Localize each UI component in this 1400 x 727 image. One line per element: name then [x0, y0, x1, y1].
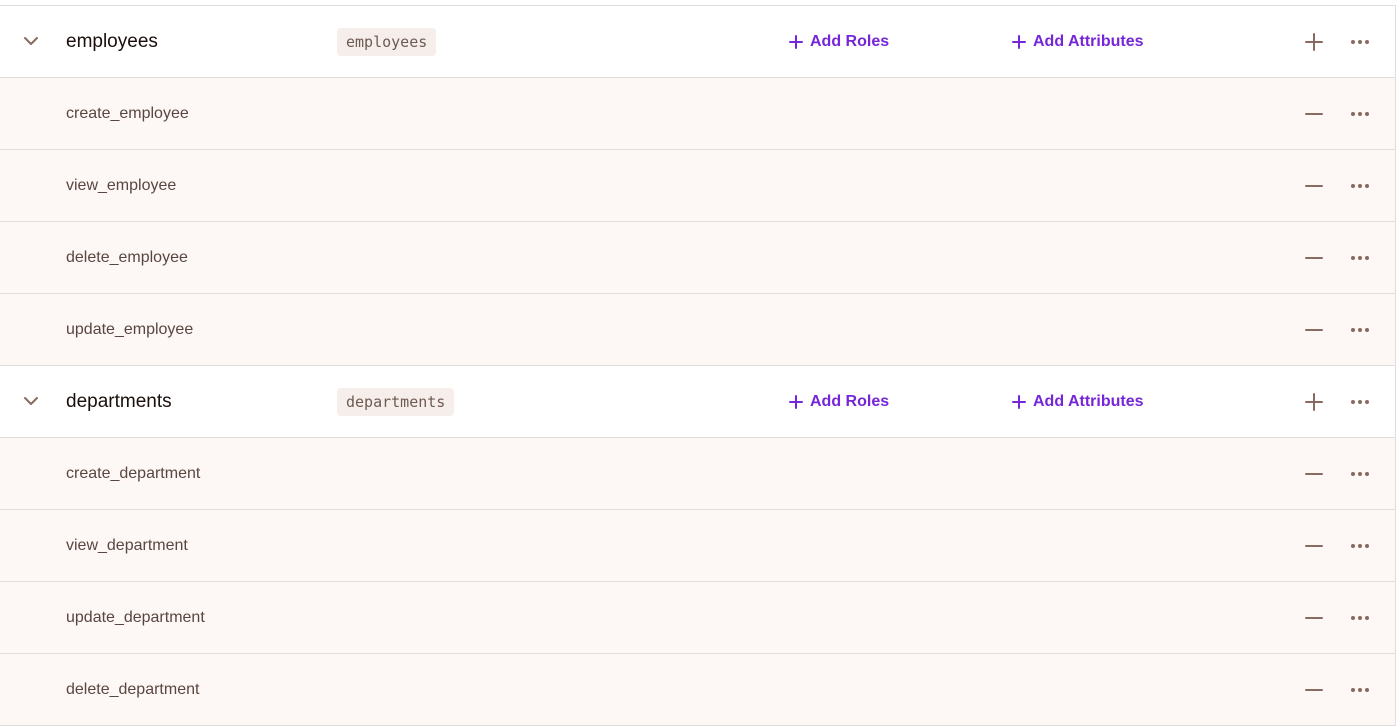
- add-roles-label: Add Roles: [810, 33, 890, 50]
- remove-action-minus-icon[interactable]: [1304, 464, 1324, 484]
- remove-action-minus-icon[interactable]: [1304, 176, 1324, 196]
- add-action-plus-icon[interactable]: [1304, 32, 1324, 52]
- resource-key-badge: departments: [337, 388, 455, 416]
- action-name: create_department: [66, 465, 201, 482]
- remove-action-minus-icon[interactable]: [1304, 320, 1324, 340]
- add-attributes-label: Add Attributes: [1033, 33, 1144, 50]
- remove-action-minus-icon[interactable]: [1304, 536, 1324, 556]
- more-options-icon[interactable]: [1350, 248, 1370, 268]
- action-name: delete_employee: [66, 249, 188, 266]
- add-roles-button[interactable]: Add Roles: [789, 366, 889, 438]
- more-options-icon[interactable]: [1350, 608, 1370, 628]
- add-roles-label: Add Roles: [810, 393, 890, 410]
- more-options-icon[interactable]: [1350, 320, 1370, 340]
- resource-row-employees[interactable]: employees employees Add Roles Add Attrib…: [0, 6, 1395, 78]
- remove-action-minus-icon[interactable]: [1304, 248, 1324, 268]
- add-action-plus-icon[interactable]: [1304, 392, 1324, 412]
- action-row[interactable]: update_employee: [0, 294, 1395, 366]
- resource-name: departments: [66, 391, 172, 412]
- more-options-icon[interactable]: [1350, 536, 1370, 556]
- action-row[interactable]: create_employee: [0, 78, 1395, 150]
- plus-icon: [789, 35, 803, 49]
- action-row[interactable]: update_department: [0, 582, 1395, 654]
- remove-action-minus-icon[interactable]: [1304, 104, 1324, 124]
- remove-action-minus-icon[interactable]: [1304, 608, 1324, 628]
- add-attributes-label: Add Attributes: [1033, 393, 1144, 410]
- resource-name: employees: [66, 31, 158, 52]
- more-options-icon[interactable]: [1350, 680, 1370, 700]
- add-attributes-button[interactable]: Add Attributes: [1012, 6, 1144, 78]
- add-roles-button[interactable]: Add Roles: [789, 6, 889, 78]
- action-name: delete_department: [66, 681, 200, 698]
- action-row[interactable]: view_department: [0, 510, 1395, 582]
- chevron-down-icon[interactable]: [22, 34, 40, 48]
- action-row[interactable]: create_department: [0, 438, 1395, 510]
- more-options-icon[interactable]: [1350, 464, 1370, 484]
- action-name: update_employee: [66, 321, 194, 338]
- plus-icon: [1012, 395, 1026, 409]
- action-name: create_employee: [66, 105, 189, 122]
- resource-row-departments[interactable]: departments departments Add Roles Add At…: [0, 366, 1395, 438]
- action-row[interactable]: delete_department: [0, 654, 1395, 726]
- action-name: view_employee: [66, 177, 177, 194]
- more-options-icon[interactable]: [1350, 176, 1370, 196]
- action-row[interactable]: view_employee: [0, 150, 1395, 222]
- plus-icon: [1012, 35, 1026, 49]
- add-attributes-button[interactable]: Add Attributes: [1012, 366, 1144, 438]
- action-row[interactable]: delete_employee: [0, 222, 1395, 294]
- plus-icon: [789, 395, 803, 409]
- more-options-icon[interactable]: [1350, 392, 1370, 412]
- action-name: view_department: [66, 537, 188, 554]
- more-options-icon[interactable]: [1350, 32, 1370, 52]
- resources-table: employees employees Add Roles Add Attrib…: [0, 5, 1396, 726]
- action-name: update_department: [66, 609, 205, 626]
- chevron-down-icon[interactable]: [22, 394, 40, 408]
- resource-key-badge: employees: [337, 28, 437, 56]
- remove-action-minus-icon[interactable]: [1304, 680, 1324, 700]
- more-options-icon[interactable]: [1350, 104, 1370, 124]
